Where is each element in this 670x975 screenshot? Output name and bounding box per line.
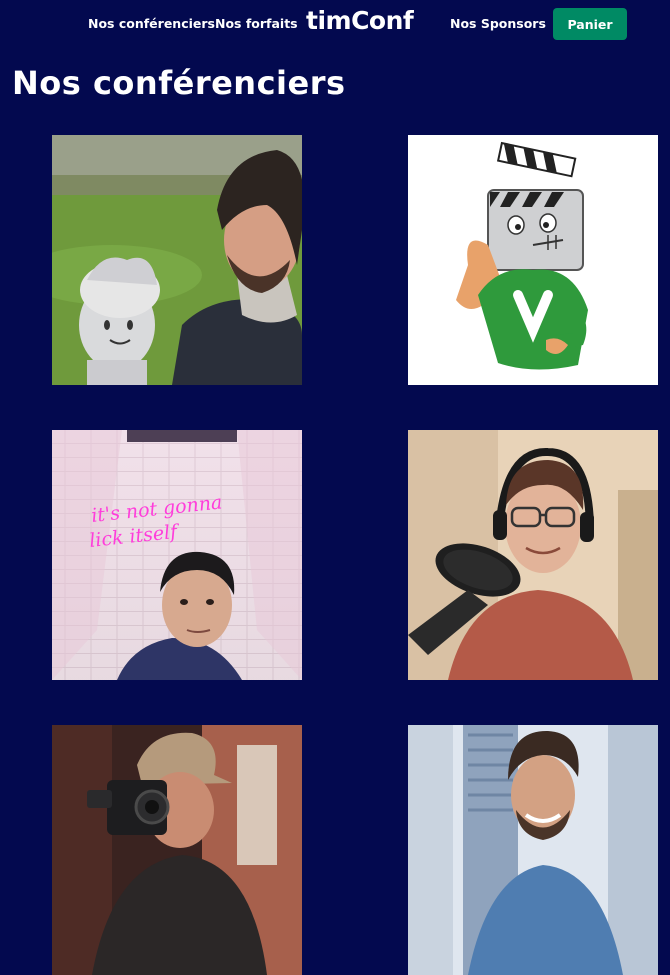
speaker-card[interactable] <box>408 725 658 975</box>
speaker-card[interactable] <box>408 430 658 680</box>
top-navbar: Nos conférenciers Nos forfaits timConf N… <box>0 0 670 48</box>
photo-man-with-microphone <box>408 430 658 680</box>
speaker-card[interactable] <box>408 135 658 385</box>
photo-man-with-camera <box>52 725 302 975</box>
brand-logo[interactable]: timConf <box>306 6 414 35</box>
speaker-card[interactable]: it's not gonna lick itself <box>52 430 302 680</box>
photo-clapperboard-mascot <box>408 135 658 385</box>
page-title: Nos conférenciers <box>12 64 346 102</box>
speaker-card[interactable] <box>52 135 302 385</box>
photo-man-with-plush <box>52 135 302 385</box>
nav-link-sponsors[interactable]: Nos Sponsors <box>450 16 546 31</box>
nav-link-speakers[interactable]: Nos conférenciers <box>88 16 215 31</box>
photo-man-under-neon-sign: it's not gonna lick itself <box>52 430 302 680</box>
photo-man-smiling-outdoors <box>408 725 658 975</box>
speaker-card[interactable] <box>52 725 302 975</box>
cart-button[interactable]: Panier <box>553 8 627 40</box>
nav-link-plans[interactable]: Nos forfaits <box>215 16 298 31</box>
